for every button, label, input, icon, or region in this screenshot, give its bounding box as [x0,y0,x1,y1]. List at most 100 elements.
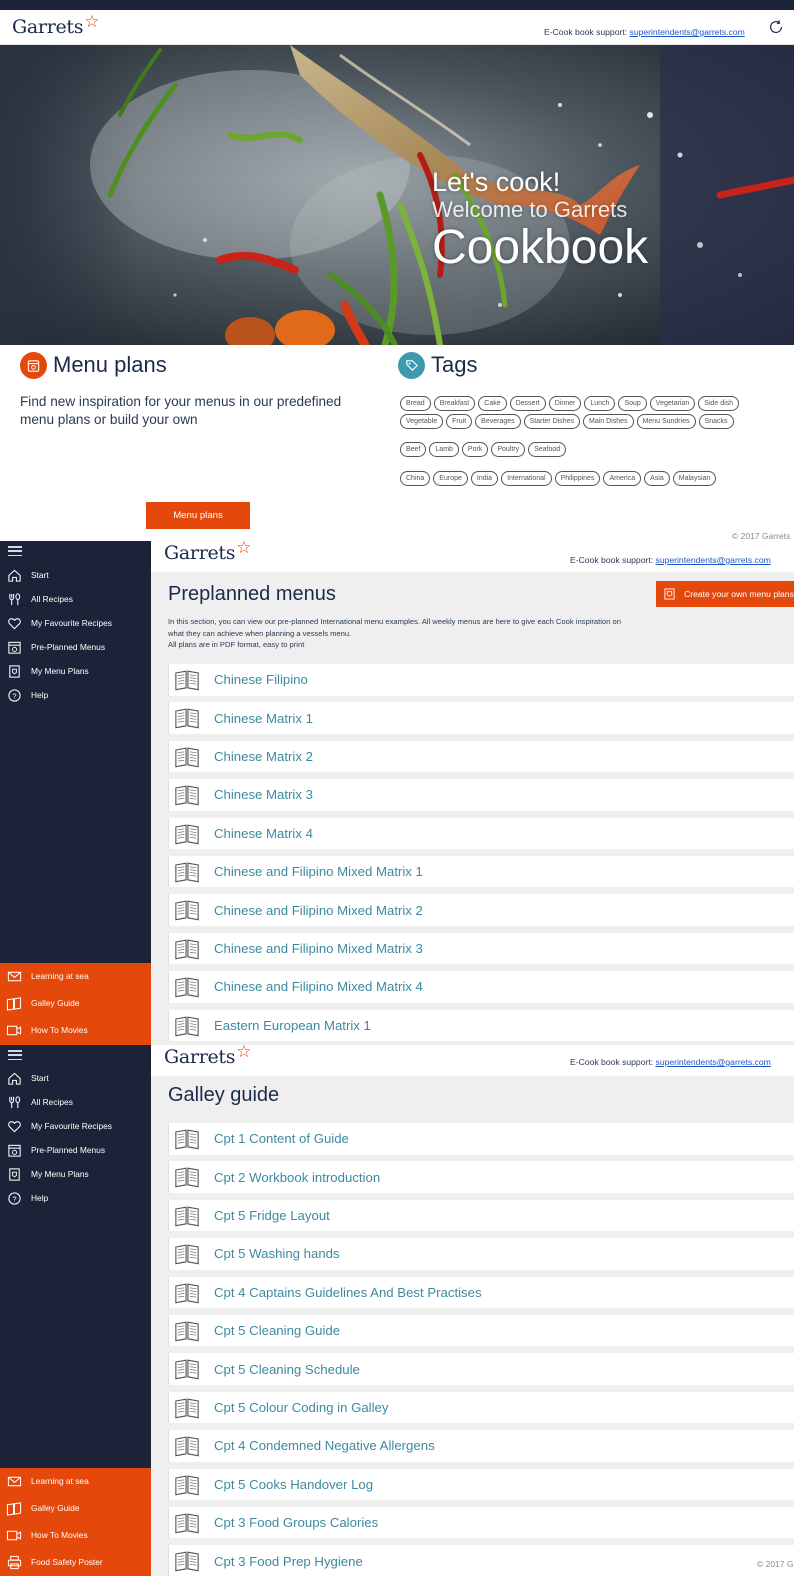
copyright: © 2017 G [757,1559,794,1569]
list-item[interactable]: Cpt 3 Food Groups Calories [168,1506,794,1539]
tag[interactable]: International [501,471,552,486]
list-item[interactable]: Chinese and Filipino Mixed Matrix 1 [168,855,794,888]
tag[interactable]: Breakfast [433,396,476,411]
nav-item-help[interactable]: ? Help [0,1187,151,1209]
nav-item-all-recipes[interactable]: All Recipes [0,1091,151,1113]
nav-item-start[interactable]: Start [0,564,151,586]
support-info: E-Cook book support: superintendents@gar… [544,27,745,37]
open-book-icon [174,1204,200,1227]
list-item[interactable]: Chinese Matrix 4 [168,817,794,850]
list-item[interactable]: Cpt 3 Food Prep Hygiene [168,1545,794,1576]
support-email-link[interactable]: superintendents@garrets.com [630,27,745,37]
list-item[interactable]: Chinese and Filipino Mixed Matrix 2 [168,894,794,926]
nav-label: Learning at sea [31,971,89,981]
open-book-icon [174,975,200,998]
intro-line: All plans are in PDF format, easy to pri… [168,640,305,649]
tag[interactable]: Asia [644,471,670,486]
list-item[interactable]: Cpt 5 Washing hands [168,1238,794,1270]
list-item[interactable]: Cpt 2 Workbook introduction [168,1161,794,1193]
nav-label: Start [31,1073,49,1083]
tag[interactable]: Main Dishes [582,414,634,429]
list-item[interactable]: Cpt 5 Cleaning Schedule [168,1353,794,1385]
nav-item-my-menu-plans[interactable]: My Menu Plans [0,660,151,682]
list-item[interactable]: Cpt 5 Cooks Handover Log [168,1468,794,1501]
tag[interactable]: Beverages [475,414,521,429]
tag[interactable]: Soup [618,396,647,411]
tag[interactable]: Bread [400,396,431,411]
tag[interactable]: Lamb [429,442,459,457]
nav-item-favourites[interactable]: My Favourite Recipes [0,1115,151,1137]
support-email-link[interactable]: superintendents@garrets.com [656,555,771,565]
nav-item-galley-guide[interactable]: Galley Guide [0,990,151,1016]
nav-item-start[interactable]: Start [0,1067,151,1089]
brand-logo[interactable]: Garrets☆ [164,541,251,564]
tag[interactable]: China [400,471,431,486]
tag[interactable]: Side dish [698,396,740,411]
list-item-title: Cpt 3 Food Prep Hygiene [214,1553,363,1569]
list-item[interactable]: Cpt 5 Fridge Layout [168,1199,794,1232]
panel-header: Garrets☆ E-Cook book support: superinten… [151,541,794,572]
nav-label: How To Movies [31,1025,88,1035]
menu-plans-title: Menu plans [53,352,167,377]
nav-item-pre-planned[interactable]: Pre-Planned Menus [0,636,151,658]
tag[interactable]: Beef [400,442,427,457]
nav-item-favourites[interactable]: My Favourite Recipes [0,612,151,634]
brand-logo[interactable]: Garrets☆ [12,12,99,38]
menu-plan-icon [664,588,675,600]
create-menu-plan-button[interactable]: Create your own menu plans [656,581,794,607]
nav-item-galley-guide[interactable]: Galley Guide [0,1495,151,1521]
list-item[interactable]: Chinese and Filipino Mixed Matrix 4 [168,971,794,1003]
tag[interactable]: Lunch [584,396,616,411]
list-item[interactable]: Cpt 5 Cleaning Guide [168,1314,794,1347]
tag[interactable]: Seafood [528,442,567,457]
svg-text:?: ? [12,1194,16,1203]
page-title: Galley guide [168,1084,280,1106]
nav-item-help[interactable]: ? Help [0,684,151,706]
list-item[interactable]: Chinese Matrix 1 [168,702,794,734]
preplanned-intro: In this section, you can view our pre-pl… [168,616,708,651]
list-item[interactable]: Cpt 5 Colour Coding in Galley [168,1391,794,1424]
nav-item-how-to-movies[interactable]: How To Movies [0,1522,151,1548]
nav-item-food-safety-poster[interactable]: Food Safety Poster [0,1549,151,1575]
tag[interactable]: Cake [478,396,507,411]
hamburger-menu-icon[interactable] [8,546,22,557]
nav-item-pre-planned[interactable]: Pre-Planned Menus [0,1139,151,1161]
support-email-link[interactable]: superintendents@garrets.com [656,1057,771,1067]
tag[interactable]: Europe [433,471,468,486]
tag[interactable]: Poultry [491,442,526,457]
tag-row-3: Beef Lamb Pork Poultry Seafood [400,442,567,457]
tag[interactable]: Vegetarian [649,396,696,411]
list-item[interactable]: Cpt 1 Content of Guide [168,1123,794,1155]
menu-plans-button[interactable]: Menu plans [146,502,250,529]
list-item[interactable]: Chinese Filipino [168,664,794,696]
nav-item-learning-at-sea[interactable]: Learning at sea [0,1468,151,1494]
tag[interactable]: Starter Dishes [523,414,580,429]
nav-label: Galley Guide [31,1503,80,1513]
list-item[interactable]: Cpt 4 Captains Guidelines And Best Pract… [168,1276,794,1309]
list-item[interactable]: Chinese Matrix 2 [168,740,794,773]
list-item[interactable]: Chinese and Filipino Mixed Matrix 3 [168,932,794,965]
menu-plans-description: Find new inspiration for your menus in o… [20,394,342,427]
tag[interactable]: India [470,471,499,486]
tag[interactable]: Dinner [548,396,582,411]
refresh-icon[interactable] [767,18,785,36]
list-item[interactable]: Eastern European Matrix 1 [168,1009,794,1042]
nav-item-learning-at-sea[interactable]: Learning at sea [0,963,151,989]
tag[interactable]: Vegetable [400,414,444,429]
list-item[interactable]: Chinese Matrix 3 [168,779,794,811]
sidebar-bottom-links: Learning at sea Galley Guide How To Movi… [0,1468,151,1576]
tag[interactable]: Dessert [509,396,546,411]
tag[interactable]: Menu Sundries [636,414,696,429]
nav-item-all-recipes[interactable]: All Recipes [0,588,151,610]
nav-item-how-to-movies[interactable]: How To Movies [0,1017,151,1043]
list-item[interactable]: Cpt 4 Condemned Negative Allergens [168,1430,794,1462]
hamburger-menu-icon[interactable] [8,1050,22,1061]
brand-logo[interactable]: Garrets☆ [164,1045,251,1068]
tag[interactable]: Pork [461,442,489,457]
tag[interactable]: Philippines [554,471,601,486]
nav-item-my-menu-plans[interactable]: My Menu Plans [0,1163,151,1185]
tag[interactable]: Snacks [698,414,734,429]
tag[interactable]: Malaysian [672,471,717,486]
tag[interactable]: America [603,471,642,486]
tag[interactable]: Fruit [446,414,473,429]
